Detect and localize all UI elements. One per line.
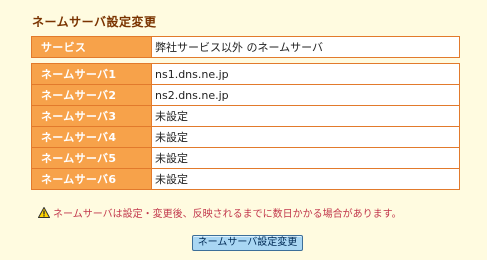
- notice-text: ネームサーバは設定・変更後、反映されるまでに数日かかる場合があります。: [53, 209, 402, 220]
- nameserver-value: 未設定: [151, 126, 460, 148]
- service-label: サービス: [31, 36, 152, 58]
- service-value: 弊社サービス以外 のネームサーバ: [151, 36, 460, 58]
- table-row: サービス 弊社サービス以外 のネームサーバ: [31, 36, 460, 58]
- table-row: ネームサーバ1 ns1.dns.ne.jp: [31, 63, 460, 85]
- nameserver-value: 未設定: [151, 168, 460, 190]
- nameserver-value: 未設定: [151, 147, 460, 169]
- nameserver-label: ネームサーバ6: [31, 168, 152, 190]
- table-row: ネームサーバ6 未設定: [31, 168, 460, 190]
- warning-icon: [37, 206, 51, 218]
- nameserver-value: ns2.dns.ne.jp: [151, 84, 460, 106]
- table-row: ネームサーバ3 未設定: [31, 105, 460, 127]
- nameserver-label: ネームサーバ2: [31, 84, 152, 106]
- change-nameserver-button[interactable]: ネームサーバ設定変更: [192, 235, 303, 251]
- nameserver-value: ns1.dns.ne.jp: [151, 63, 460, 85]
- table-row: ネームサーバ5 未設定: [31, 147, 460, 169]
- table-row: ネームサーバ2 ns2.dns.ne.jp: [31, 84, 460, 106]
- nameserver-label: ネームサーバ3: [31, 105, 152, 127]
- nameserver-label: ネームサーバ5: [31, 147, 152, 169]
- propagation-notice: ネームサーバは設定・変更後、反映されるまでに数日かかる場合があります。: [37, 205, 402, 220]
- nameserver-table: ネームサーバ1 ns1.dns.ne.jp ネームサーバ2 ns2.dns.ne…: [31, 63, 460, 190]
- nameserver-label: ネームサーバ1: [31, 63, 152, 85]
- table-row: ネームサーバ4 未設定: [31, 126, 460, 148]
- nameserver-value: 未設定: [151, 105, 460, 127]
- service-table: サービス 弊社サービス以外 のネームサーバ: [31, 36, 460, 58]
- page-title: ネームサーバ設定変更: [32, 15, 157, 29]
- nameserver-label: ネームサーバ4: [31, 126, 152, 148]
